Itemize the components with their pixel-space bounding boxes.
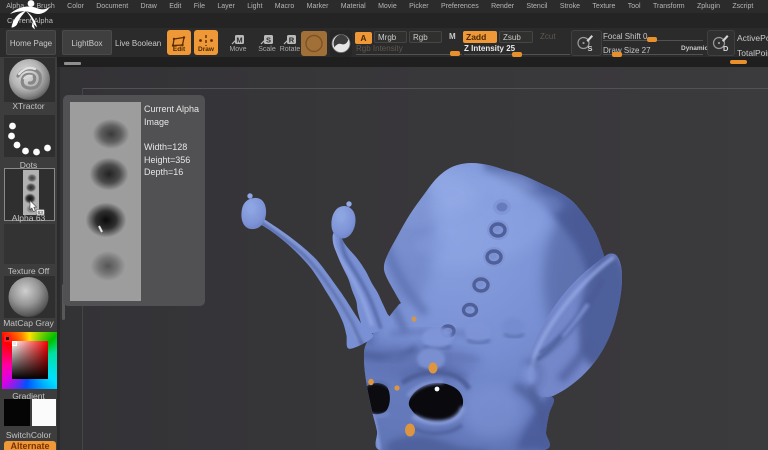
svg-text:S: S — [588, 44, 593, 53]
svg-text:M: M — [236, 35, 242, 44]
svg-text:D: D — [723, 44, 729, 53]
svg-text:R: R — [289, 35, 295, 44]
svg-text:63: 63 — [38, 210, 44, 216]
svg-text:S: S — [266, 35, 271, 44]
